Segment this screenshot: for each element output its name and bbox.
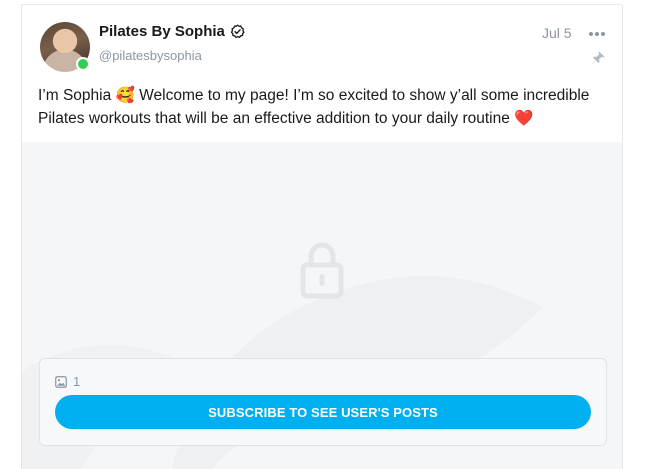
locked-media-area: 1 SUBSCRIBE TO SEE USER'S POSTS [22,142,622,469]
image-icon [55,375,67,388]
verified-check-icon [230,24,245,39]
media-count-value: 1 [73,374,81,389]
online-status-dot [76,57,90,71]
more-dots-icon[interactable] [588,31,606,37]
author-name-row: Pilates By Sophia [99,23,245,40]
author-name[interactable]: Pilates By Sophia [99,23,225,40]
lock-icon [300,242,344,299]
subscribe-box: 1 SUBSCRIBE TO SEE USER'S POSTS [39,358,607,446]
media-count: 1 [55,374,80,389]
post-text-part-1: I’m Sophia [38,87,116,104]
post-text: I’m Sophia 🥰 Welcome to my page! I’m so … [38,84,610,130]
subscribe-button[interactable]: SUBSCRIBE TO SEE USER'S POSTS [55,395,591,429]
post-card: Pilates By Sophia @pilatesbysophia Jul 5… [21,5,623,469]
post-date[interactable]: Jul 5 [542,25,572,41]
pin-icon [592,51,605,64]
smiling-hearts-emoji: 🥰 [115,86,135,104]
author-handle[interactable]: @pilatesbysophia [99,48,202,63]
red-heart-emoji: ❤️ [514,109,534,127]
